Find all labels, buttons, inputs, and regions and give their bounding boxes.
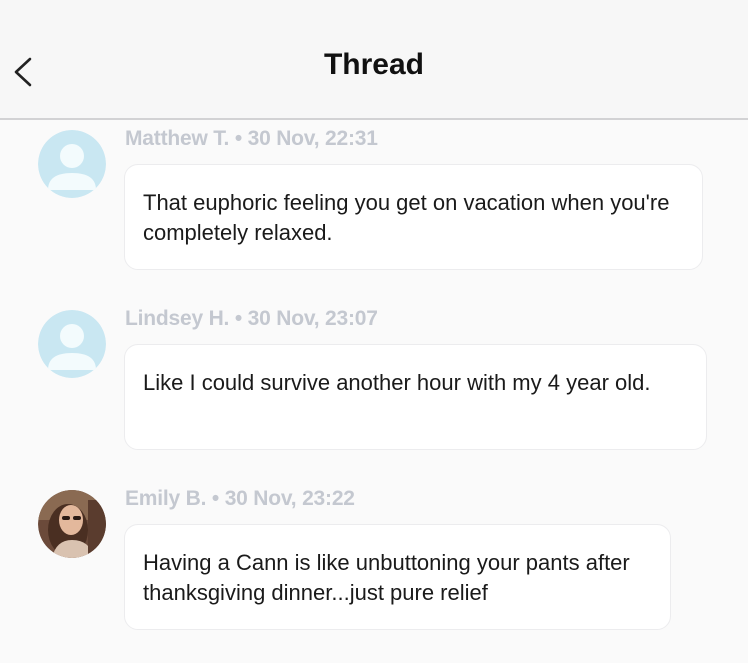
message-bubble[interactable]: Like I could survive another hour with m… bbox=[124, 344, 707, 450]
message-bubble[interactable]: That euphoric feeling you get on vacatio… bbox=[124, 164, 703, 270]
message-bubble[interactable]: Having a Cann is like unbuttoning your p… bbox=[124, 524, 671, 630]
message-text: Like I could survive another hour with m… bbox=[143, 370, 651, 395]
timestamp: 30 Nov, 23:07 bbox=[247, 307, 378, 330]
top-bar: Thread bbox=[0, 0, 748, 120]
timestamp: 30 Nov, 22:31 bbox=[247, 127, 378, 150]
message-text: Having a Cann is like unbuttoning your p… bbox=[143, 550, 630, 605]
message-text: That euphoric feeling you get on vacatio… bbox=[143, 190, 670, 245]
message-meta: Lindsey H. • 30 Nov, 23:07 bbox=[125, 307, 378, 331]
avatar[interactable] bbox=[38, 310, 106, 378]
default-person-icon bbox=[38, 130, 106, 198]
timestamp: 30 Nov, 23:22 bbox=[224, 487, 355, 510]
author-name[interactable]: Emily B. bbox=[125, 487, 206, 510]
author-name[interactable]: Matthew T. bbox=[125, 127, 229, 150]
author-name[interactable]: Lindsey H. bbox=[125, 307, 229, 330]
message-meta: Matthew T. • 30 Nov, 22:31 bbox=[125, 127, 378, 151]
profile-photo bbox=[38, 490, 106, 558]
message-meta: Emily B. • 30 Nov, 23:22 bbox=[125, 487, 355, 511]
meta-separator: • bbox=[234, 127, 242, 150]
page-title: Thread bbox=[323, 48, 425, 81]
default-person-icon bbox=[38, 310, 106, 378]
avatar[interactable] bbox=[38, 490, 106, 558]
meta-separator: • bbox=[234, 307, 242, 330]
avatar[interactable] bbox=[38, 130, 106, 198]
meta-separator: • bbox=[211, 487, 220, 510]
